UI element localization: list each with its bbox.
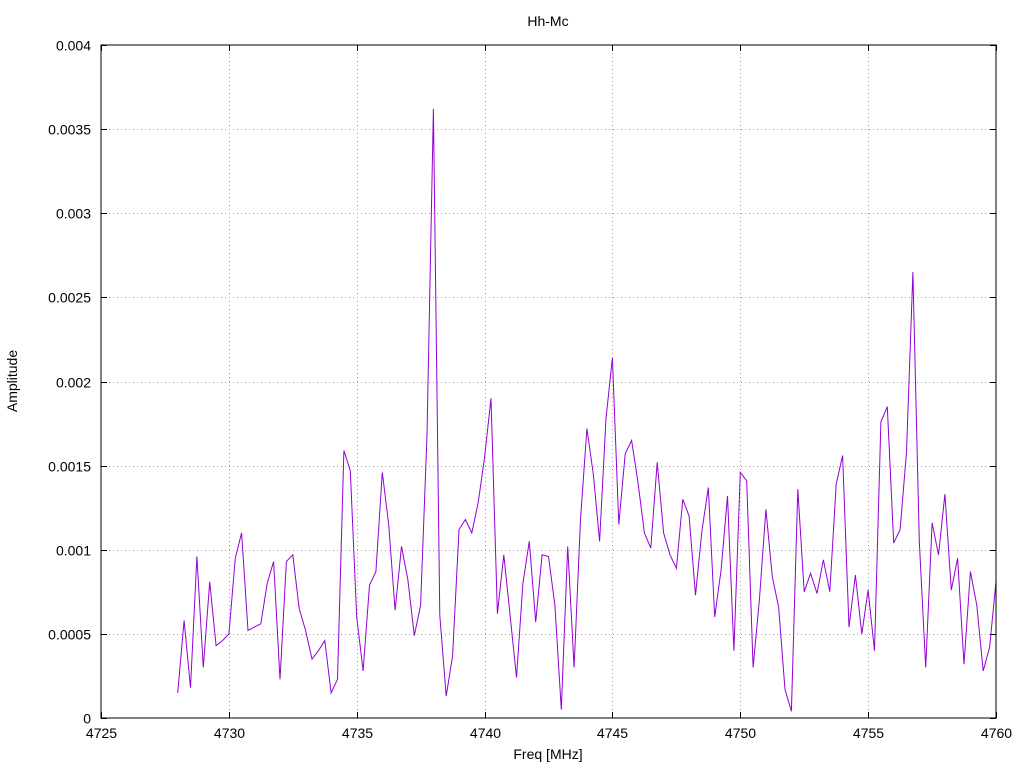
x-tick-label: 4730 [214, 725, 245, 741]
y-tick-label: 0.0035 [48, 122, 91, 138]
y-tick-label: 0.004 [56, 38, 91, 54]
y-tick-label: 0.001 [56, 543, 91, 559]
y-tick-labels: 0 0.0005 0.001 0.0015 0.002 0.0025 0.003 0.0035… [48, 38, 91, 727]
x-tick-label: 4745 [597, 725, 628, 741]
y-tick-label: 0.0005 [48, 627, 91, 643]
chart-title: Hh-Mc [527, 13, 568, 29]
y-tick-label: 0.0015 [48, 459, 91, 475]
y-tick-label: 0 [83, 711, 91, 727]
x-tick-label: 4755 [853, 725, 884, 741]
y-tick-label: 0.003 [56, 206, 91, 222]
x-tick-label: 4725 [86, 725, 117, 741]
y-axis-label: Amplitude [4, 350, 20, 412]
x-tick-label: 4760 [981, 725, 1012, 741]
series-line [177, 108, 997, 712]
x-tick-labels: 4725 4730 4735 4740 4745 4750 4755 4760 [86, 725, 1012, 741]
x-axis-label: Freq [MHz] [513, 746, 582, 762]
y-tick-label: 0.0025 [48, 290, 91, 306]
plot-frame [100, 44, 997, 719]
y-tick-label: 0.002 [56, 375, 91, 391]
x-tick-label: 4740 [470, 725, 501, 741]
chart: 4725 4730 4735 4740 4745 4750 4755 4760 0 0.0005… [4, 13, 1012, 762]
x-tick-label: 4735 [342, 725, 373, 741]
x-tick-label: 4750 [725, 725, 756, 741]
x-ticks [101, 45, 997, 718]
grid-lines [101, 45, 996, 718]
